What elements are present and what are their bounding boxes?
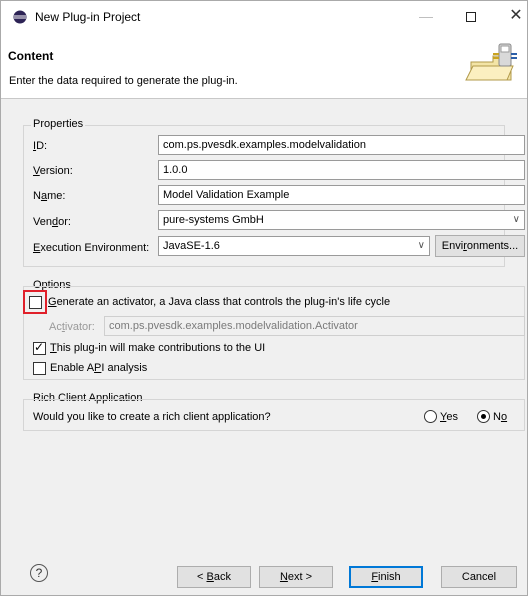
activator-label: Activator: — [49, 321, 95, 333]
execution-environment-combo[interactable]: JavaSE-1.6 ∨ — [158, 236, 430, 256]
vendor-label: Vendor: — [33, 216, 71, 228]
maximize-icon — [466, 12, 476, 22]
contributions-checkbox[interactable]: ✓ — [33, 340, 46, 355]
id-label: ID: — [33, 140, 48, 152]
chevron-down-icon[interactable]: ∨ — [418, 239, 425, 253]
rcp-yes-radio[interactable] — [424, 410, 437, 423]
properties-group-label: Properties — [31, 118, 86, 130]
id-field[interactable]: com.ps.pvesdk.examples.modelvalidation — [158, 135, 525, 155]
checkmark-icon: ✓ — [34, 340, 45, 354]
page-title: Content — [8, 49, 54, 63]
wizard-header: Content Enter the data required to gener… — [1, 32, 527, 99]
name-field[interactable]: Model Validation Example — [158, 185, 525, 205]
maximize-button[interactable] — [456, 5, 486, 29]
chevron-down-icon[interactable]: ∨ — [513, 213, 520, 227]
vendor-value: pure-systems GmbH — [163, 214, 264, 226]
activator-field: com.ps.pvesdk.examples.modelvalidation.A… — [104, 316, 525, 336]
title-bar: New Plug-in Project — ✕ — [1, 1, 527, 32]
new-plugin-project-dialog: New Plug-in Project — ✕ Content Enter th… — [0, 0, 528, 596]
version-label: Version: — [33, 165, 73, 177]
back-button[interactable]: < Back — [177, 566, 251, 588]
environments-button[interactable]: Environments... — [435, 235, 525, 257]
execution-environment-label: Execution Environment: — [33, 242, 150, 254]
next-button[interactable]: Next > — [259, 566, 333, 588]
finish-button[interactable]: Finish — [349, 566, 423, 588]
execution-environment-value: JavaSE-1.6 — [163, 240, 220, 252]
help-icon[interactable]: ? — [30, 564, 48, 582]
minimize-button[interactable]: — — [411, 5, 441, 29]
name-label: Name: — [33, 190, 66, 202]
version-field[interactable]: 1.0.0 — [158, 160, 525, 180]
rcp-question: Would you like to create a rich client a… — [33, 411, 271, 423]
generate-activator-label[interactable]: Generate an activator, a Java class that… — [48, 296, 390, 308]
generate-activator-checkbox[interactable] — [29, 296, 42, 309]
vendor-combo[interactable]: pure-systems GmbH ∨ — [158, 210, 525, 230]
api-analysis-label[interactable]: Enable API analysis — [50, 362, 147, 374]
page-description: Enter the data required to generate the … — [9, 75, 238, 87]
window-title: New Plug-in Project — [35, 10, 141, 24]
plug-in-wizard-icon — [465, 43, 517, 81]
eclipse-icon — [13, 10, 27, 24]
rcp-no-label[interactable]: No — [493, 411, 507, 423]
radio-dot — [481, 414, 486, 419]
contributions-label[interactable]: This plug-in will make contributions to … — [50, 342, 265, 354]
close-button[interactable]: ✕ — [501, 5, 528, 29]
rcp-yes-label[interactable]: Yes — [440, 411, 458, 423]
cancel-button[interactable]: Cancel — [441, 566, 517, 588]
rcp-no-radio[interactable] — [477, 410, 490, 423]
api-analysis-checkbox[interactable] — [33, 362, 46, 375]
